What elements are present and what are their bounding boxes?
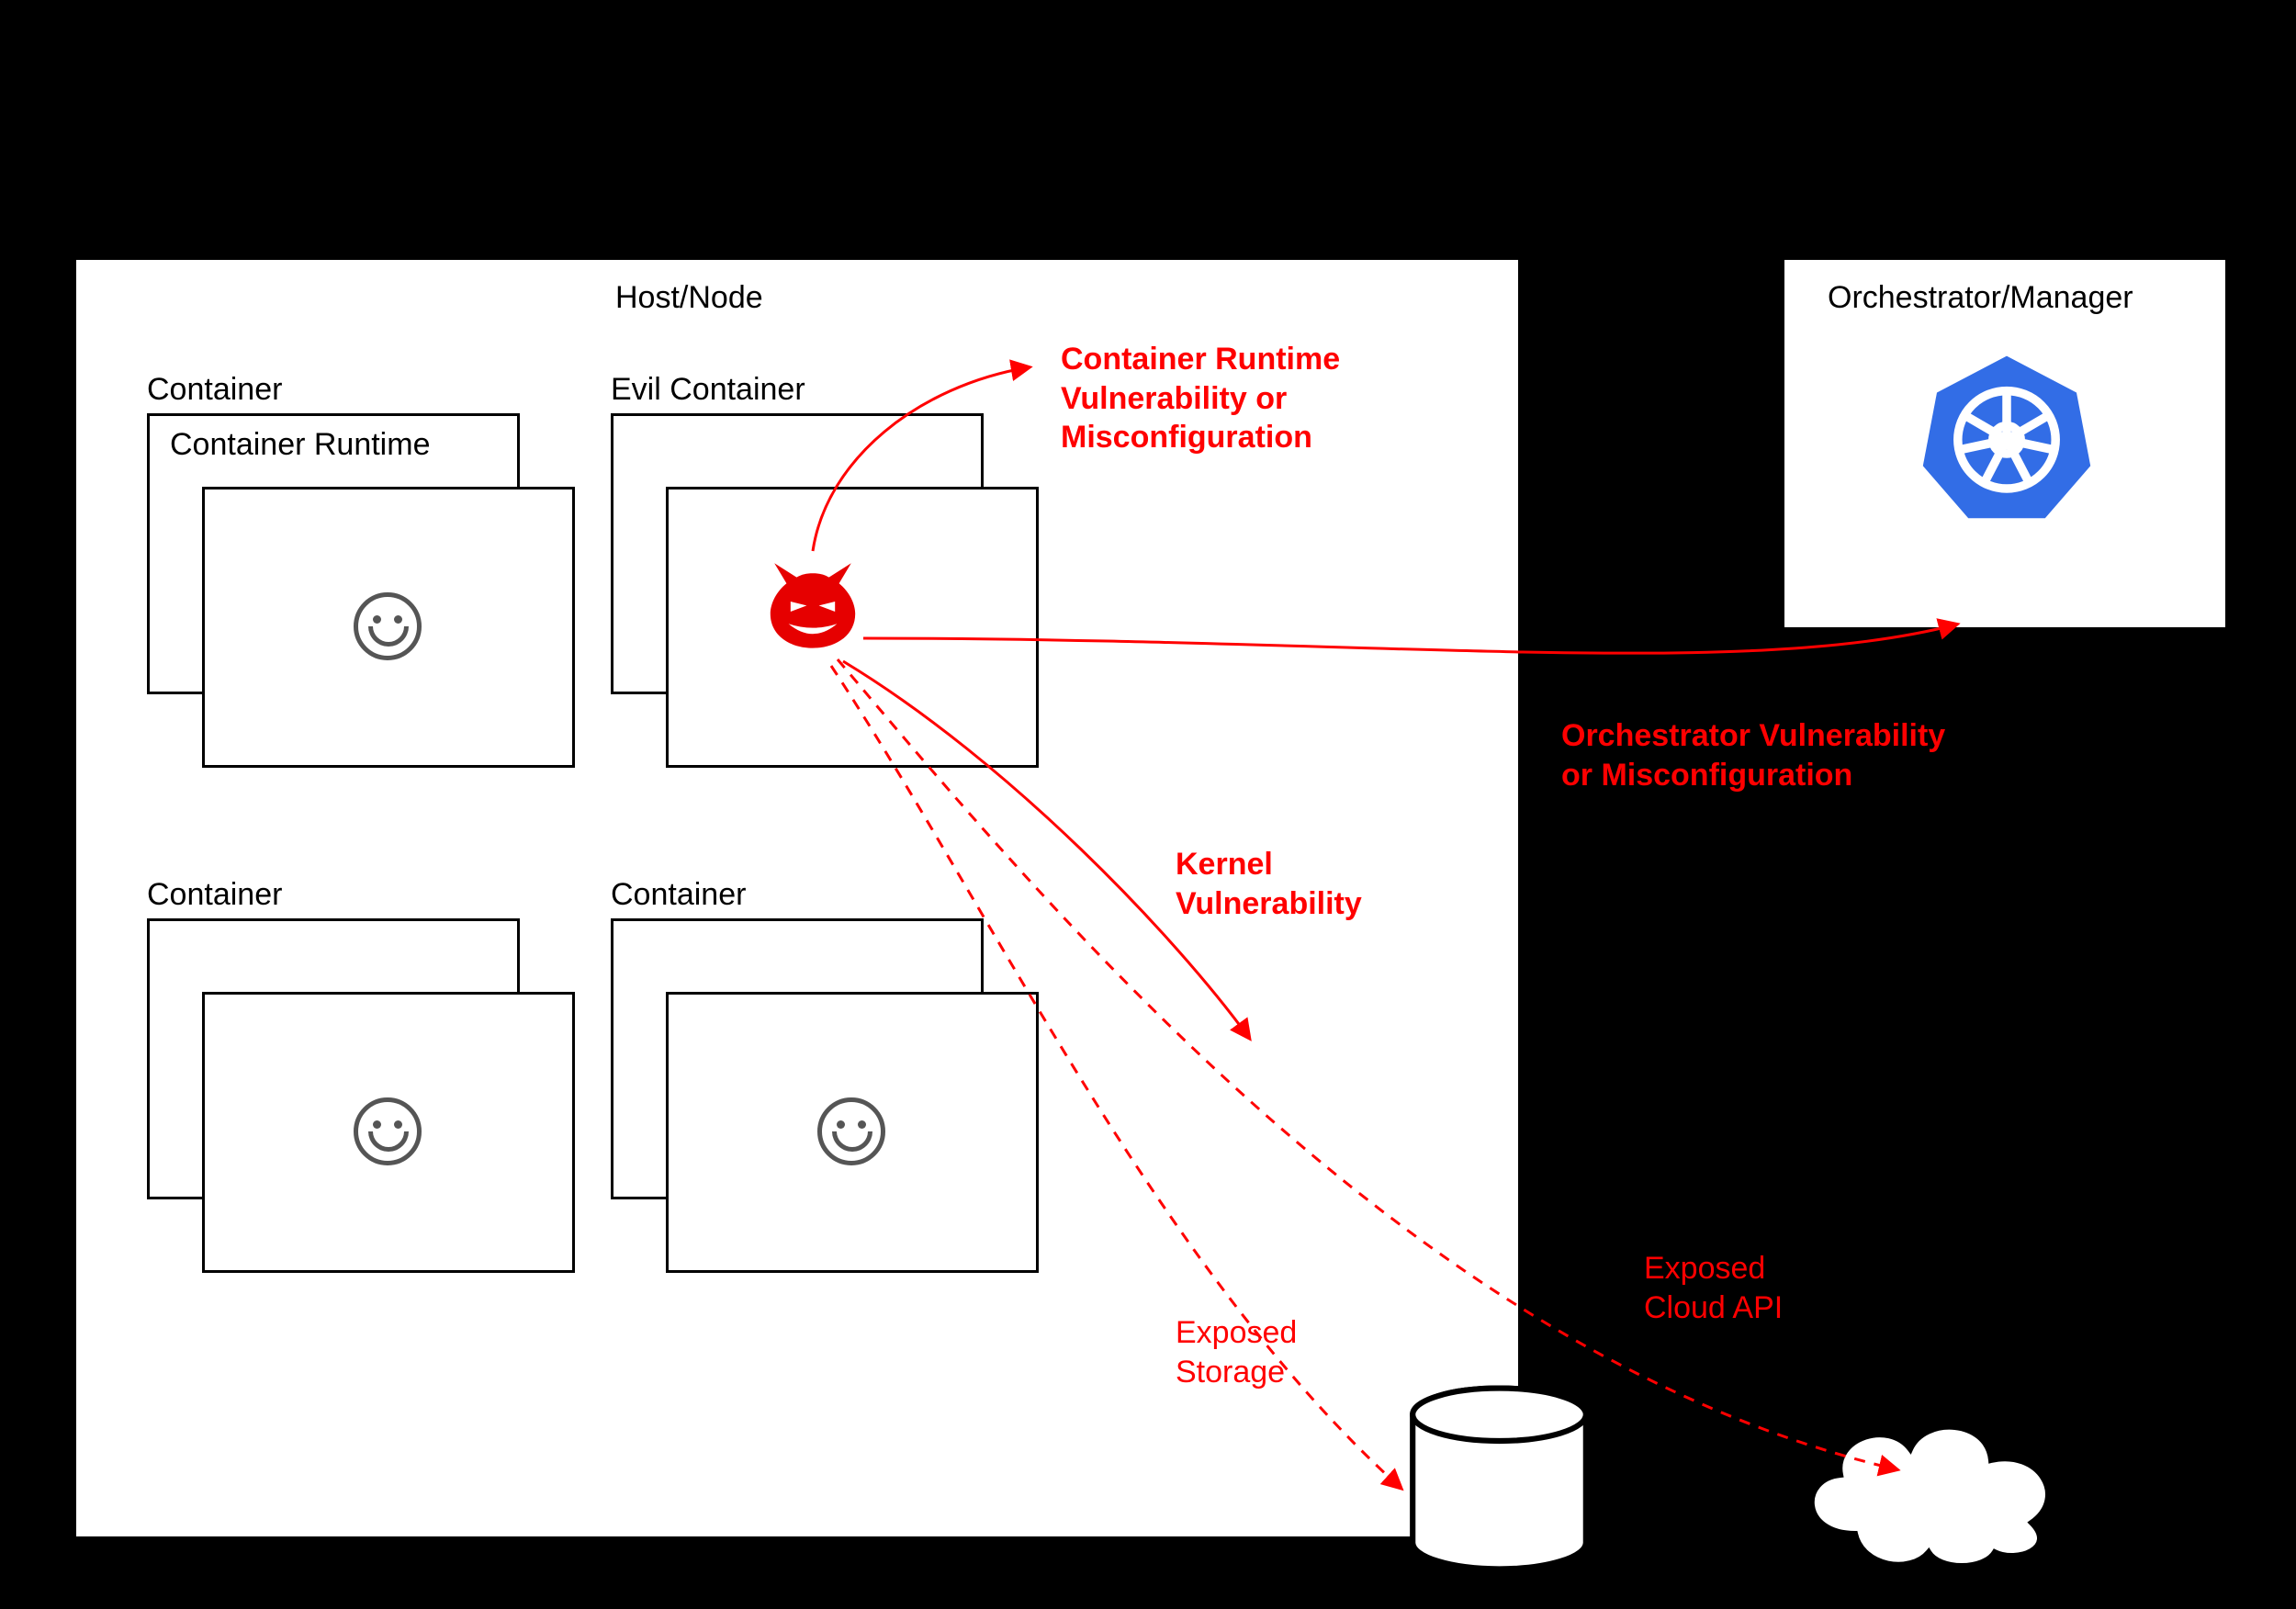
kubernetes-icon: [1919, 349, 2094, 523]
diagram-canvas: Host/Node Orchestrator/Manager Container…: [0, 0, 2296, 1609]
host-title: Host/Node: [615, 280, 763, 316]
threat-kernel: Kernel Vulnerability: [1176, 845, 1362, 923]
container-label-evil: Evil Container: [611, 372, 805, 408]
storage-icon: [1405, 1382, 1593, 1575]
container-label-bl: Container: [147, 877, 282, 913]
orchestrator-title: Orchestrator/Manager: [1828, 280, 2133, 316]
cloud-icon: [1777, 1387, 2080, 1570]
threat-storage: Exposed Storage: [1176, 1313, 1297, 1391]
container-label-br: Container: [611, 877, 746, 913]
container-runtime-label: Container Runtime: [170, 427, 430, 463]
container-label-tl: Container: [147, 372, 282, 408]
threat-cloud: Exposed Cloud API: [1644, 1249, 1783, 1327]
threat-runtime: Container Runtime Vulnerability or Misco…: [1061, 340, 1340, 457]
smiley-icon: [354, 1097, 422, 1165]
smiley-icon: [354, 592, 422, 660]
devil-icon: [762, 551, 863, 652]
threat-orchestrator: Orchestrator Vulnerability or Misconfigu…: [1561, 716, 1945, 794]
smiley-icon: [817, 1097, 885, 1165]
